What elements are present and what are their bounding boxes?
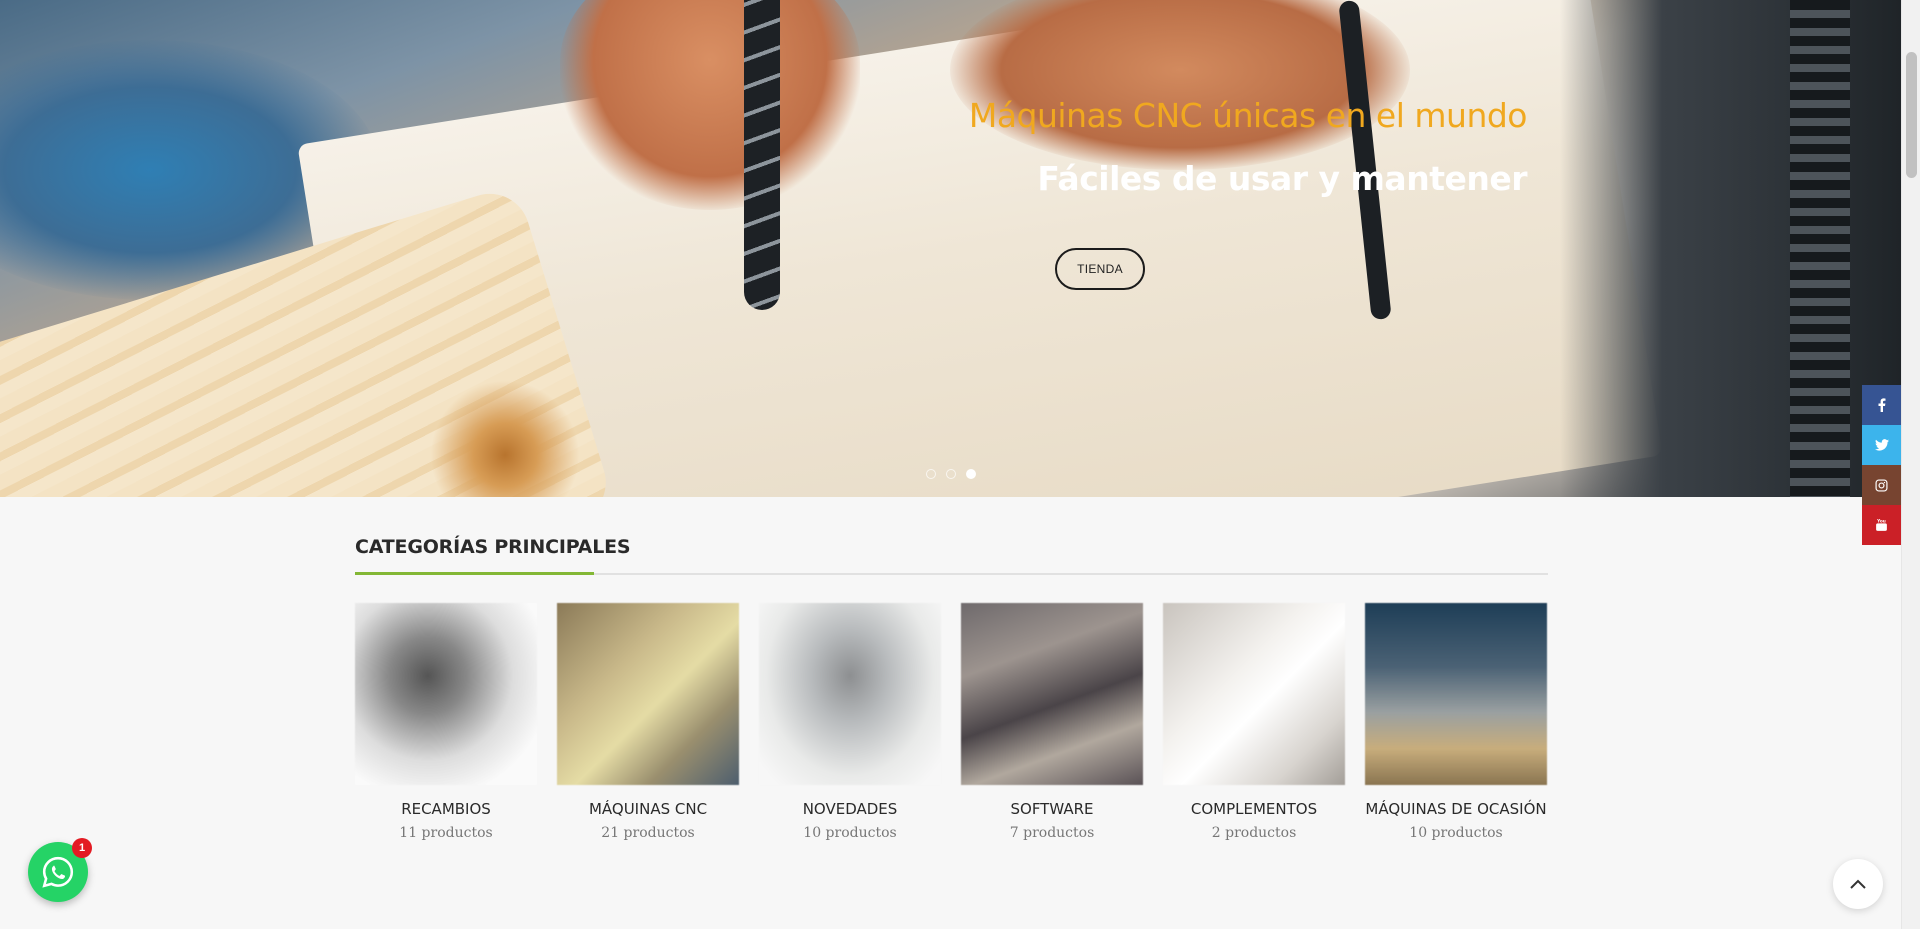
category-name[interactable]: NOVEDADES	[759, 797, 941, 821]
category-image[interactable]	[1163, 603, 1345, 785]
category-complementos[interactable]: COMPLEMENTOS 2 productos	[1163, 603, 1345, 845]
category-novedades[interactable]: NOVEDADES 10 productos	[759, 603, 941, 845]
chevron-up-icon	[1850, 879, 1866, 889]
category-image[interactable]	[759, 603, 941, 785]
title-accent-line	[355, 572, 594, 575]
slider-dot-3[interactable]	[966, 469, 976, 479]
category-name[interactable]: MÁQUINAS CNC	[557, 797, 739, 821]
category-image[interactable]	[1365, 603, 1547, 785]
slider-dot-2[interactable]	[946, 469, 956, 479]
slider-pagination	[926, 469, 976, 479]
hero-text: Máquinas CNC únicas en el mundo Fáciles …	[968, 96, 1528, 198]
category-name[interactable]: SOFTWARE	[961, 797, 1143, 821]
category-count: 2 productos	[1211, 825, 1297, 841]
twitter-icon[interactable]	[1862, 425, 1901, 465]
category-grid: RECAMBIOS 11 productos MÁQUINAS CNC 21 p…	[355, 603, 1547, 845]
category-recambios[interactable]: RECAMBIOS 11 productos	[355, 603, 537, 845]
categories-title: CATEGORÍAS PRINCIPALES	[355, 536, 631, 558]
category-name[interactable]: MÁQUINAS DE OCASIÓN	[1365, 797, 1547, 821]
social-sidebar: You	[1862, 385, 1901, 545]
slider-dot-1[interactable]	[926, 469, 936, 479]
notification-badge: 1	[72, 838, 92, 858]
category-count: 10 productos	[1409, 825, 1503, 841]
youtube-icon[interactable]: You	[1862, 505, 1901, 545]
hero-slider: Máquinas CNC únicas en el mundo Fáciles …	[0, 0, 1901, 497]
svg-text:You: You	[1876, 518, 1886, 524]
category-count: 21 productos	[601, 825, 695, 841]
category-count: 7 productos	[1009, 825, 1095, 841]
category-image[interactable]	[961, 603, 1143, 785]
category-image[interactable]	[557, 603, 739, 785]
hero-subtitle: Fáciles de usar y mantener	[1037, 159, 1527, 198]
category-count: 10 productos	[803, 825, 897, 841]
scrollbar-thumb[interactable]	[1906, 52, 1917, 178]
whatsapp-icon	[42, 856, 74, 888]
facebook-icon[interactable]	[1862, 385, 1901, 425]
hero-title: Máquinas CNC únicas en el mundo	[968, 96, 1528, 135]
shop-button[interactable]: TIENDA	[1055, 248, 1145, 290]
page-scrollbar[interactable]	[1901, 0, 1920, 929]
category-image[interactable]	[355, 603, 537, 785]
scroll-to-top-button[interactable]	[1833, 859, 1883, 909]
category-name[interactable]: RECAMBIOS	[355, 797, 537, 821]
category-count: 11 productos	[399, 825, 493, 841]
drill-bit-image	[744, 0, 780, 310]
category-software[interactable]: SOFTWARE 7 productos	[961, 603, 1143, 845]
category-maquinas-cnc[interactable]: MÁQUINAS CNC 21 productos	[557, 603, 739, 845]
category-maquinas-de-ocasion[interactable]: MÁQUINAS DE OCASIÓN 10 productos	[1365, 603, 1547, 845]
instagram-icon[interactable]	[1862, 465, 1901, 505]
category-name[interactable]: COMPLEMENTOS	[1163, 797, 1345, 821]
